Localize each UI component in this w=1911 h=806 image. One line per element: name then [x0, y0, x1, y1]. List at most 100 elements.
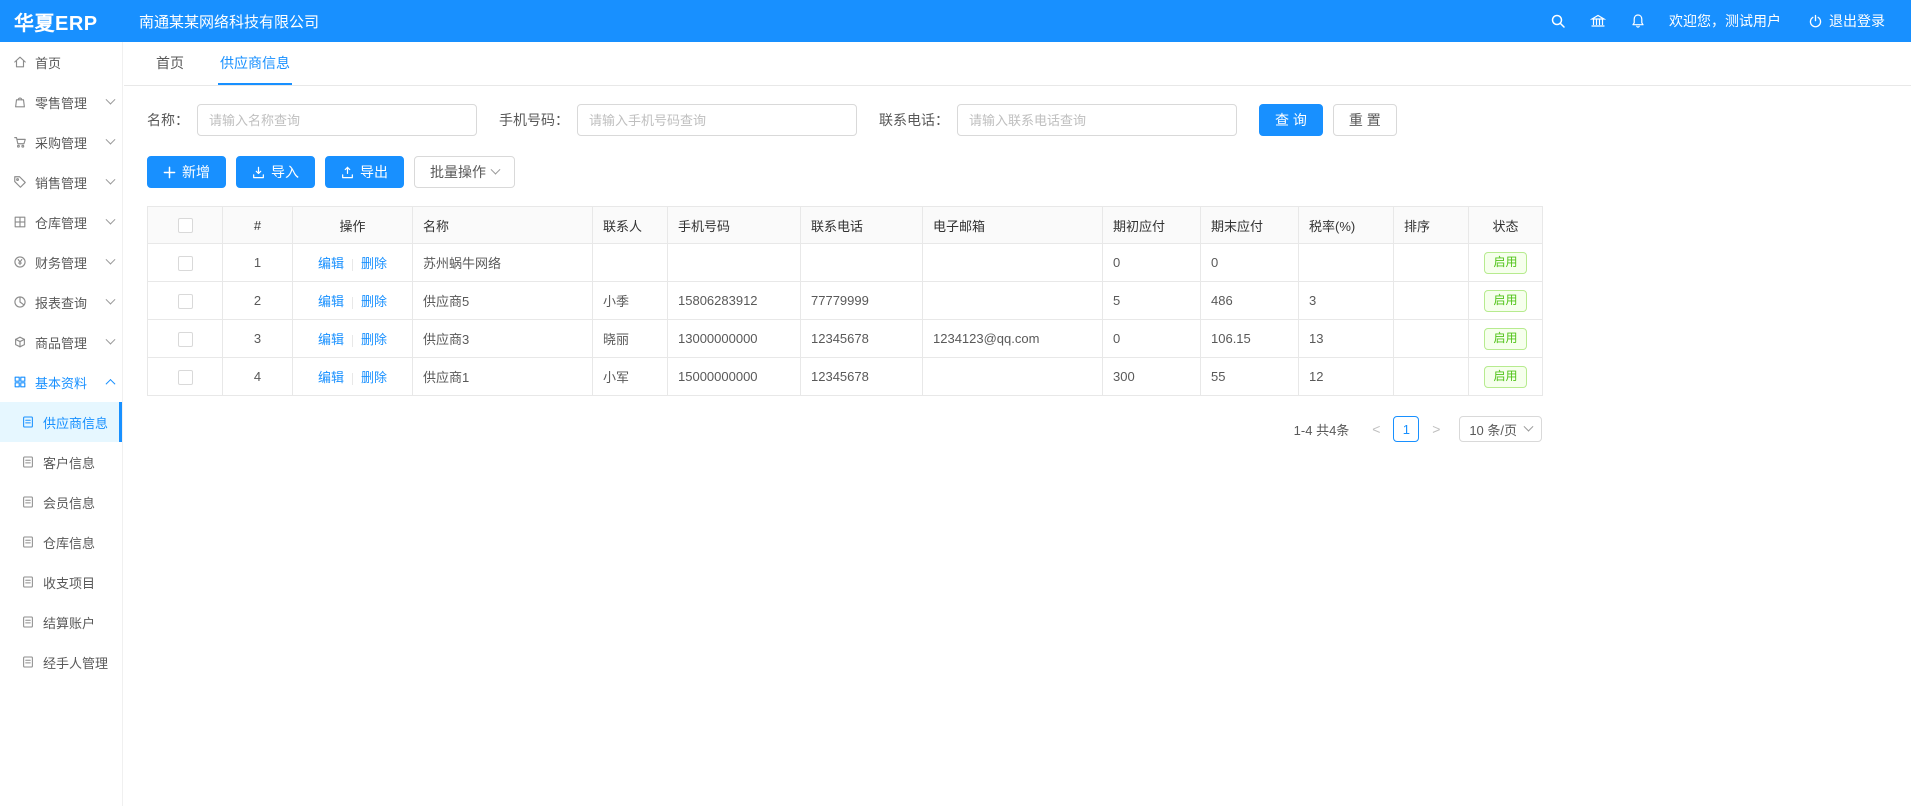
- table-row: 1编辑删除苏州蜗牛网络00启用: [148, 244, 1543, 282]
- select-all-checkbox[interactable]: [178, 218, 193, 233]
- add-button-label: 新增: [182, 162, 210, 182]
- logout-button[interactable]: 退出登录: [1807, 11, 1885, 31]
- top-header: 华夏ERP 南通某某网络科技有限公司 欢迎您，测试用户 退出登录: [0, 0, 1911, 42]
- company-name: 南通某某网络科技有限公司: [139, 11, 319, 32]
- tab-home[interactable]: 首页: [154, 42, 186, 85]
- sidebar-subitem-handler[interactable]: 经手人管理: [0, 642, 122, 682]
- sidebar-subitem-account[interactable]: 结算账户: [0, 602, 122, 642]
- cell-name: 供应商3: [413, 320, 593, 358]
- cell-contact: 小军: [593, 358, 668, 396]
- sidebar-item-label: 首页: [35, 53, 114, 72]
- basic-icon: [13, 375, 27, 389]
- pagination: 1-4 共4条 < 1 > 10 条/页: [147, 416, 1542, 442]
- column-header-begin_amount: 期初应付: [1103, 207, 1201, 244]
- sidebar-item-label: 仓库管理: [35, 213, 107, 232]
- row-checkbox[interactable]: [178, 294, 193, 309]
- edit-link[interactable]: 编辑: [318, 370, 344, 385]
- status-badge: 启用: [1484, 290, 1526, 312]
- sidebar-item-home[interactable]: 首页: [0, 42, 122, 82]
- edit-link[interactable]: 编辑: [318, 256, 344, 271]
- name-filter-label: 名称：: [147, 110, 189, 130]
- delete-link[interactable]: 删除: [361, 294, 387, 309]
- purchase-icon: [13, 135, 27, 149]
- export-button[interactable]: 导出: [325, 156, 404, 188]
- sidebar-subitem-depot[interactable]: 仓库信息: [0, 522, 122, 562]
- mobile-filter-input[interactable]: [577, 104, 857, 136]
- cell-index: 3: [223, 320, 293, 358]
- column-header-status: 状态: [1469, 207, 1543, 244]
- sidebar-subitem-inout-item[interactable]: 收支项目: [0, 562, 122, 602]
- sidebar-subitem-supplier[interactable]: 供应商信息: [0, 402, 122, 442]
- cell-tax: 13: [1299, 320, 1394, 358]
- status-badge: 启用: [1484, 366, 1526, 388]
- sidebar-menu: 首页零售管理采购管理销售管理仓库管理财务管理报表查询商品管理基本资料供应商信息客…: [0, 42, 122, 682]
- edit-link[interactable]: 编辑: [318, 332, 344, 347]
- sidebar-subitem-member[interactable]: 会员信息: [0, 482, 122, 522]
- chevron-down-icon: [106, 94, 116, 104]
- tab-supplier[interactable]: 供应商信息: [218, 42, 292, 85]
- current-page-button[interactable]: 1: [1393, 416, 1419, 442]
- cell-contact: 晓丽: [593, 320, 668, 358]
- next-page-button[interactable]: >: [1423, 416, 1449, 442]
- import-button[interactable]: 导入: [236, 156, 315, 188]
- divider: [352, 297, 353, 309]
- cell-begin_amount: 0: [1103, 320, 1201, 358]
- name-filter-input[interactable]: [197, 104, 477, 136]
- pagination-summary: 1-4 共4条: [1294, 420, 1350, 439]
- welcome-user[interactable]: 欢迎您，测试用户: [1669, 11, 1781, 31]
- delete-link[interactable]: 删除: [361, 256, 387, 271]
- table-row: 3编辑删除供应商3晓丽13000000000123456781234123@qq…: [148, 320, 1543, 358]
- sidebar-item-label: 商品管理: [35, 333, 107, 352]
- delete-link[interactable]: 删除: [361, 370, 387, 385]
- sidebar-subitem-label: 供应商信息: [43, 413, 111, 432]
- goods-icon: [13, 335, 27, 349]
- reset-button[interactable]: 重 置: [1333, 104, 1397, 136]
- toolbar: 新增 导入 导出 批量操作: [147, 156, 1888, 188]
- row-checkbox[interactable]: [178, 332, 193, 347]
- sidebar-item-warehouse[interactable]: 仓库管理: [0, 202, 122, 242]
- tab-bar: 首页供应商信息: [124, 42, 1911, 86]
- delete-link[interactable]: 删除: [361, 332, 387, 347]
- sidebar-item-label: 报表查询: [35, 293, 107, 312]
- column-header-mobile: 手机号码: [668, 207, 801, 244]
- sidebar-subitem-customer[interactable]: 客户信息: [0, 442, 122, 482]
- search-icon[interactable]: [1543, 6, 1573, 36]
- bank-icon[interactable]: [1583, 6, 1613, 36]
- sidebar-item-report[interactable]: 报表查询: [0, 282, 122, 322]
- column-header-email: 电子邮箱: [923, 207, 1103, 244]
- add-button[interactable]: 新增: [147, 156, 226, 188]
- cell-email: [923, 244, 1103, 282]
- cell-email: [923, 282, 1103, 320]
- sidebar-item-goods[interactable]: 商品管理: [0, 322, 122, 362]
- mobile-filter-label: 手机号码：: [499, 110, 569, 130]
- edit-link[interactable]: 编辑: [318, 294, 344, 309]
- cell-begin_amount: 0: [1103, 244, 1201, 282]
- search-button[interactable]: 查 询: [1259, 104, 1323, 136]
- cell-contact: [593, 244, 668, 282]
- sidebar-item-retail[interactable]: 零售管理: [0, 82, 122, 122]
- page-size-select[interactable]: 10 条/页: [1459, 416, 1542, 442]
- chevron-down-icon: [491, 164, 501, 174]
- row-checkbox[interactable]: [178, 256, 193, 271]
- cell-sort: [1394, 282, 1469, 320]
- sidebar-item-basic[interactable]: 基本资料: [0, 362, 122, 402]
- column-header-ops: 操作: [293, 207, 413, 244]
- prev-page-button[interactable]: <: [1363, 416, 1389, 442]
- sales-icon: [13, 175, 27, 189]
- table-body: 1编辑删除苏州蜗牛网络00启用2编辑删除供应商5小季15806283912777…: [148, 244, 1543, 396]
- row-checkbox[interactable]: [178, 370, 193, 385]
- tel-filter-input[interactable]: [957, 104, 1237, 136]
- bell-icon[interactable]: [1623, 6, 1653, 36]
- sidebar-item-sales[interactable]: 销售管理: [0, 162, 122, 202]
- batch-actions-button[interactable]: 批量操作: [414, 156, 515, 188]
- cell-mobile: 15806283912: [668, 282, 801, 320]
- sidebar-item-finance[interactable]: 财务管理: [0, 242, 122, 282]
- divider: [352, 259, 353, 271]
- column-header-contact: 联系人: [593, 207, 668, 244]
- cell-sort: [1394, 320, 1469, 358]
- cell-mobile: [668, 244, 801, 282]
- chevron-down-icon: [106, 334, 116, 344]
- sidebar-item-purchase[interactable]: 采购管理: [0, 122, 122, 162]
- sidebar-subitem-label: 客户信息: [43, 453, 114, 472]
- cell-sort: [1394, 244, 1469, 282]
